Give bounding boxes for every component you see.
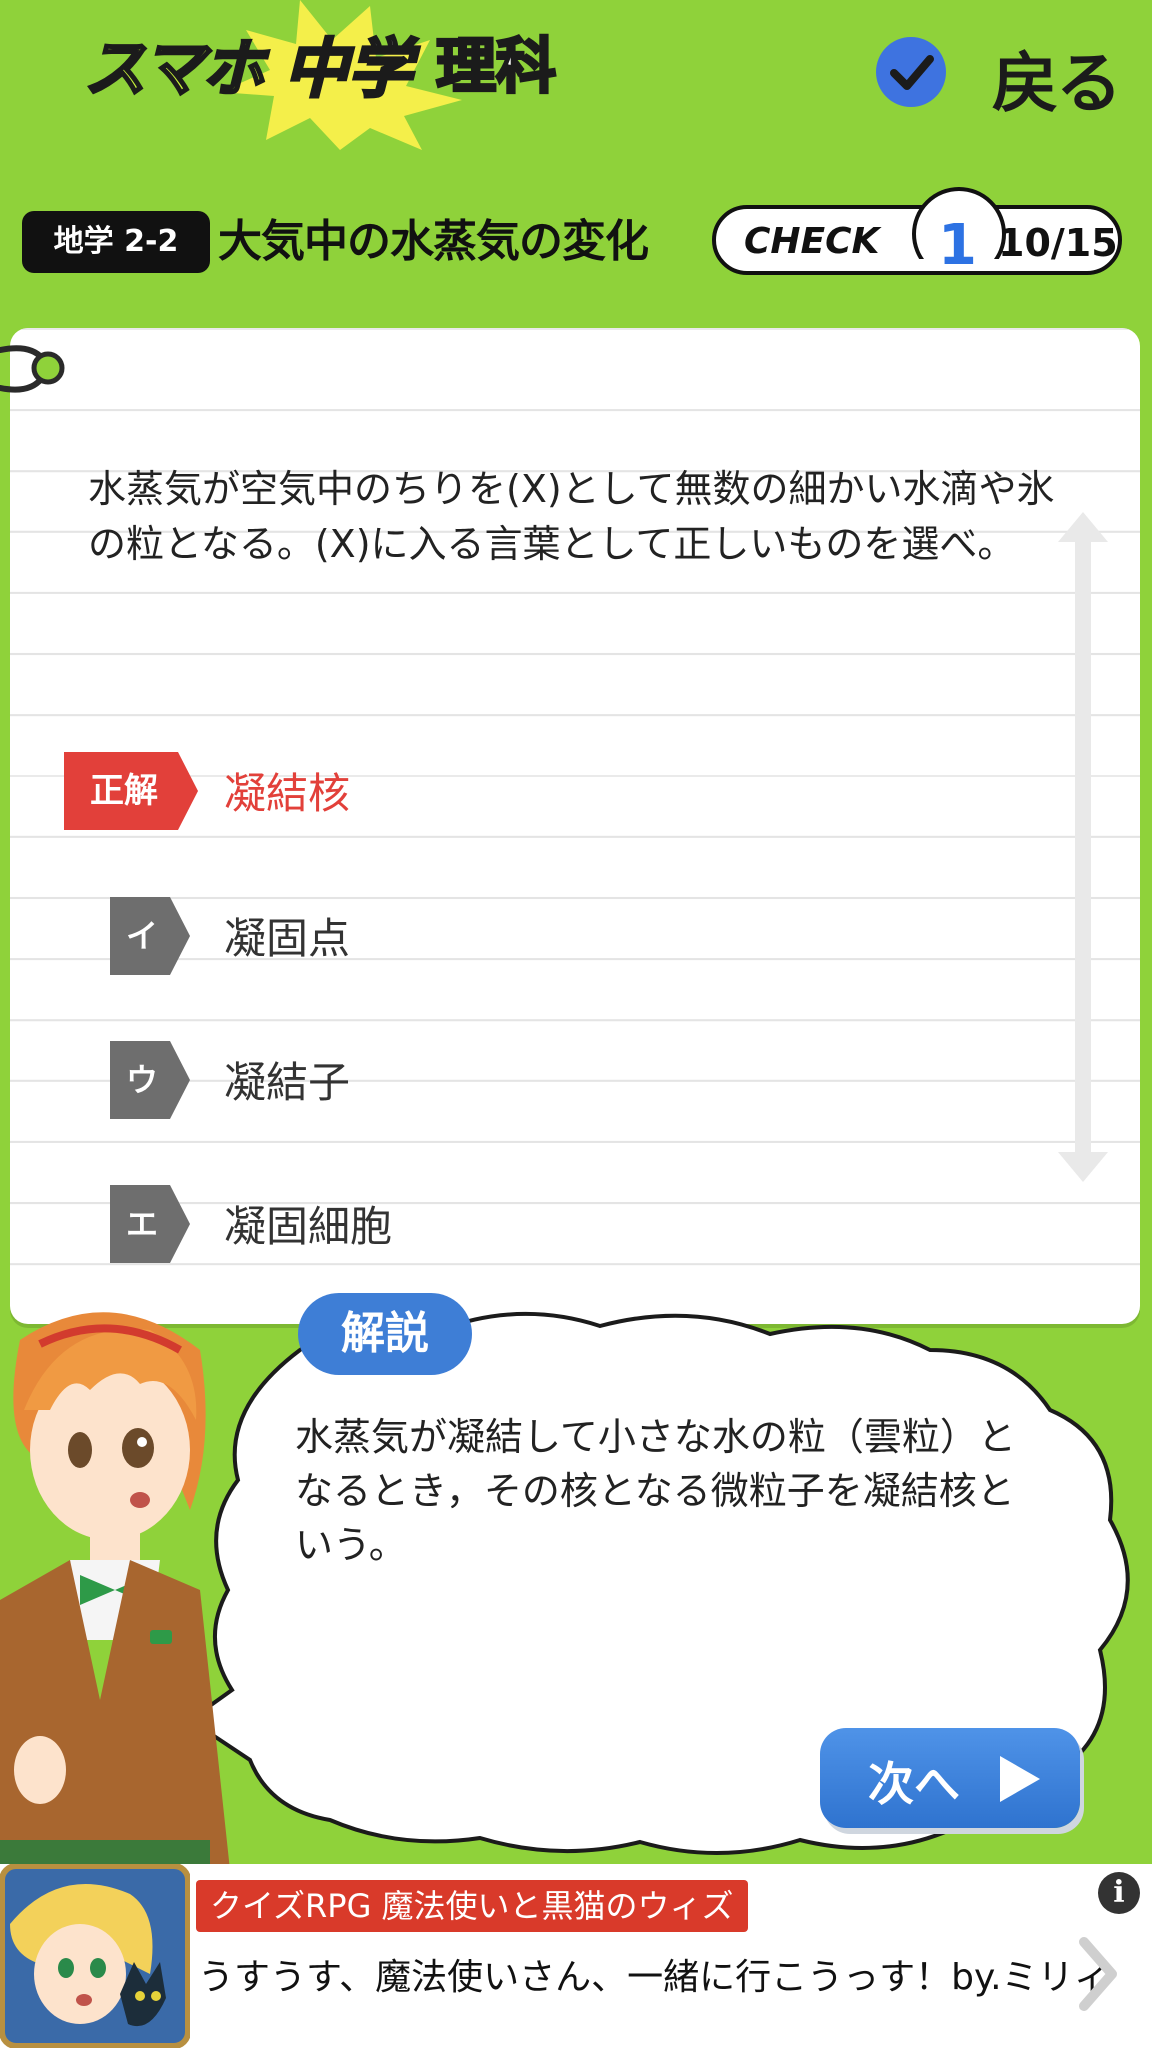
checkmark-icon[interactable] <box>876 37 946 107</box>
choice-text: 凝固細胞 <box>224 1202 393 1251</box>
choice-tag-label: エ <box>125 1205 158 1243</box>
play-arrow-icon <box>1000 1756 1040 1802</box>
choice-i[interactable]: イ 凝固点 <box>0 897 900 977</box>
choice-tag-label: イ <box>125 917 158 955</box>
chevron-right-icon[interactable] <box>1072 1934 1122 2014</box>
lesson-title: 大気中の水蒸気の変化 <box>218 216 649 267</box>
info-icon[interactable]: i <box>1098 1872 1140 1914</box>
logo-chugaku: 中学 <box>283 32 414 109</box>
question-text: 水蒸気が空気中のちりを(X)として無数の細かい水滴や氷の粒となる。(X)に入る言… <box>88 467 1055 566</box>
choice-u[interactable]: ウ 凝結子 <box>0 1041 900 1121</box>
ad-title[interactable]: クイズRPG 魔法使いと黒猫のウィズ <box>196 1880 748 1932</box>
logo-sumaho: スマホ <box>82 31 265 107</box>
ad-banner[interactable]: クイズRPG 魔法使いと黒猫のウィズ うすうす、魔法使いさん、一緒に行こうっす！… <box>0 1864 1152 2048</box>
choice-text: 凝結核 <box>224 769 351 818</box>
question-progress: 10/15 <box>998 221 1118 265</box>
next-button[interactable]: 次へ <box>820 1728 1080 1828</box>
choice-text: 凝結子 <box>224 1058 351 1107</box>
ad-thumbnail-image <box>0 1864 190 2048</box>
logo-rika: 理科 <box>435 31 558 104</box>
scroll-indicator-icon[interactable] <box>1058 512 1108 1182</box>
ad-description: うすうす、魔法使いさん、一緒に行こうっす！by.ミリィ <box>198 1957 1110 1998</box>
choice-tag-label: ウ <box>125 1061 158 1099</box>
choice-e[interactable]: エ 凝固細胞 <box>0 1185 900 1265</box>
explanation-text: 水蒸気が凝結して小さな水の粒（雲粒）となるとき，その核となる微粒子を凝結核という… <box>295 1415 1016 1567</box>
choice-tag-label: 正解 <box>90 771 158 811</box>
check-number: 1 <box>938 213 977 278</box>
next-button-label: 次へ <box>868 1757 960 1811</box>
choice-correct[interactable]: 正解 凝結核 <box>0 752 900 832</box>
check-label: CHECK <box>744 221 880 262</box>
app-logo: スマホ 中学 理科 <box>70 0 590 150</box>
explanation-tab: 解説 <box>298 1293 472 1375</box>
unit-badge: 地学 2-2 <box>22 211 210 273</box>
choice-text: 凝固点 <box>224 914 351 963</box>
back-button[interactable]: 戻る <box>992 30 1122 126</box>
check-progress-box: CHECK 1 10/15 <box>712 187 1122 278</box>
binder-ring-icon <box>0 345 65 393</box>
girl-character-illustration <box>0 1312 230 1870</box>
